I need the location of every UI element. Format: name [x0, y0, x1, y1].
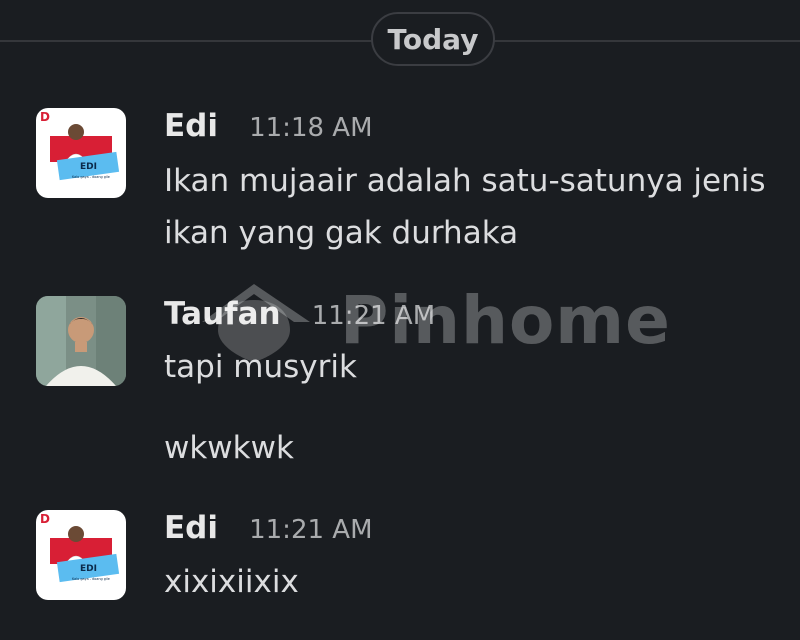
- avatar-edi-label: EDI: [80, 162, 97, 172]
- message-timestamp[interactable]: 11:21 AM: [249, 515, 372, 545]
- avatar-edi-label: EDI: [80, 564, 97, 574]
- sender-name[interactable]: Edi: [164, 510, 218, 546]
- message-text: Ikan mujaair adalah satu-satunya jenis i…: [164, 155, 784, 259]
- message-text: tapi musyrik: [164, 341, 784, 393]
- message-header: Edi 11:18 AM: [164, 108, 373, 144]
- message-line: ikan yang gak durhaka: [164, 215, 519, 251]
- message-timestamp[interactable]: 11:18 AM: [249, 113, 372, 143]
- avatar-edi-logo: D: [40, 110, 50, 124]
- avatar-edi-image: EDI Kalo gaya - doang gile D: [36, 510, 126, 600]
- sender-name[interactable]: Taufan: [164, 296, 281, 332]
- message-line: wkwkwk: [164, 430, 294, 466]
- message-text: xixixiixix: [164, 556, 784, 608]
- avatar-taufan[interactable]: [36, 296, 126, 386]
- message-timestamp[interactable]: 11:21 AM: [312, 301, 435, 331]
- message-header: Taufan 11:21 AM: [164, 296, 435, 332]
- avatar-edi-tagline: Kalo gaya - doang gile: [72, 577, 110, 581]
- avatar-taufan-image: [36, 296, 126, 386]
- avatar-edi-logo: D: [40, 512, 50, 526]
- avatar-edi[interactable]: EDI Kalo gaya - doang gile D: [36, 108, 126, 198]
- avatar-edi-tagline: Kalo gaya - doang gile: [72, 175, 110, 179]
- message-line: xixixiixix: [164, 564, 299, 600]
- message-header: Edi 11:21 AM: [164, 510, 373, 546]
- message-line: Ikan mujaair adalah satu-satunya jenis: [164, 163, 766, 199]
- chat-view: Today EDI Kalo gaya - doang gile D Edi 1…: [0, 0, 800, 640]
- sender-name[interactable]: Edi: [164, 108, 218, 144]
- date-divider-pill[interactable]: Today: [371, 12, 495, 66]
- message-line: tapi musyrik: [164, 349, 357, 385]
- message-text: wkwkwk: [164, 422, 784, 474]
- avatar-edi[interactable]: EDI Kalo gaya - doang gile D: [36, 510, 126, 600]
- avatar-edi-image: EDI Kalo gaya - doang gile D: [36, 108, 126, 198]
